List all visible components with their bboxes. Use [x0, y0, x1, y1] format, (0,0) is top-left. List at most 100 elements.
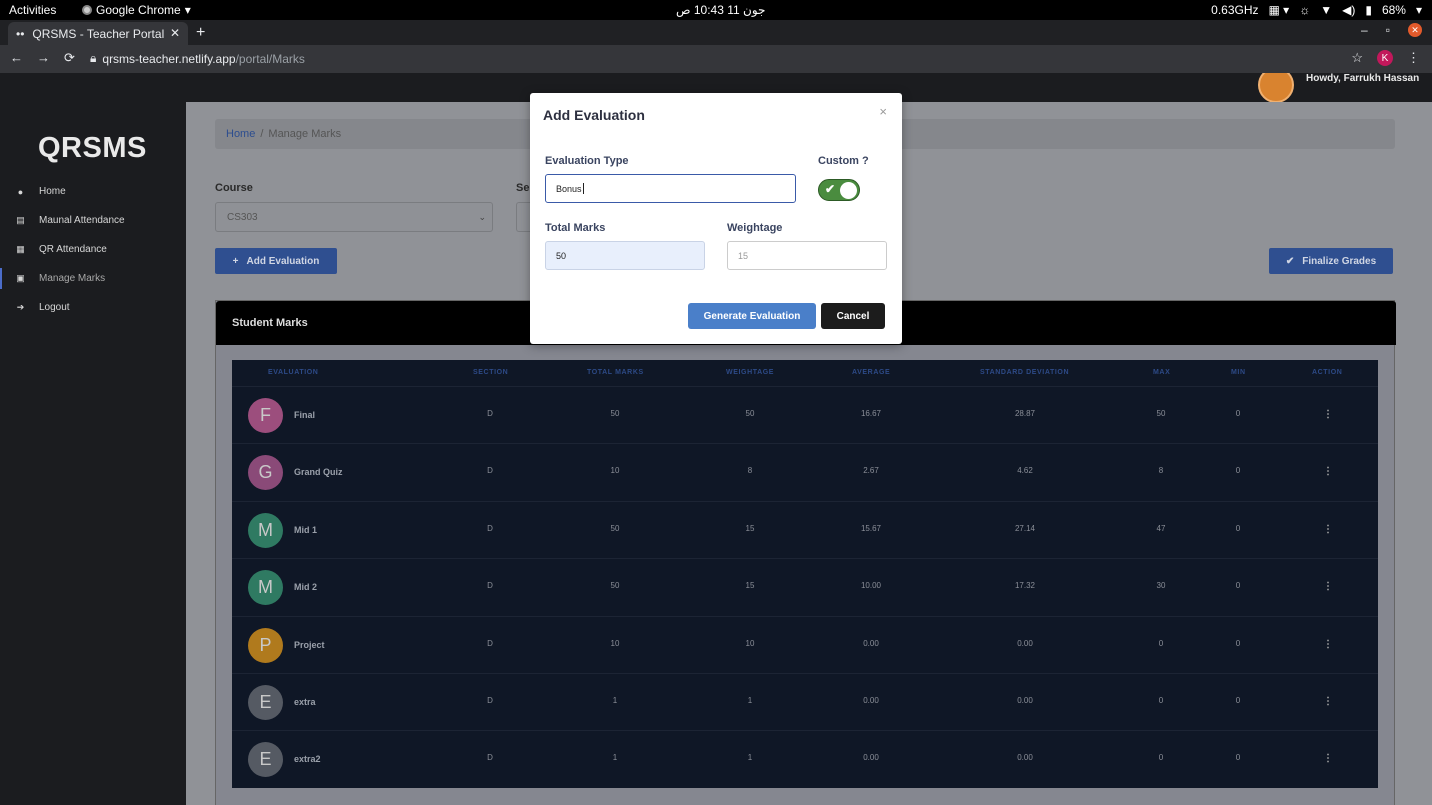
row-actions-icon[interactable]: ⋮ — [1323, 581, 1333, 592]
row-actions-icon[interactable]: ⋮ — [1323, 524, 1333, 535]
cancel-button[interactable]: Cancel — [821, 303, 885, 329]
total-marks-input[interactable]: 50 — [545, 241, 705, 270]
custom-toggle[interactable]: ✔ — [818, 179, 860, 201]
add-evaluation-button[interactable]: + Add Evaluation — [215, 248, 337, 274]
profile-avatar[interactable]: K — [1377, 50, 1393, 66]
row-actions-icon[interactable]: ⋮ — [1323, 753, 1333, 764]
custom-label: Custom ? — [818, 155, 869, 167]
col-action[interactable]: ACTION — [1312, 369, 1342, 376]
col-min[interactable]: MIN — [1231, 369, 1246, 376]
clock[interactable]: جون 11 10:43 ص — [676, 3, 765, 17]
cell-weightage: 8 — [747, 466, 753, 476]
cell-total: 10 — [610, 638, 620, 648]
battery-icon: ▮ — [1365, 3, 1372, 17]
lock-icon: 🔒︎ — [90, 51, 97, 65]
col-section[interactable]: SECTION — [473, 369, 508, 376]
system-tray[interactable]: 0.63GHz ▦ ▾ ☼ ▼ ◀) ▮ 68% ▾ — [1211, 3, 1422, 17]
volume-icon: ◀) — [1342, 3, 1356, 17]
grade-book-icon: ▣ — [16, 273, 25, 283]
course-select[interactable]: CS303 ⌄ — [215, 202, 493, 232]
cell-section: D — [487, 466, 493, 476]
activities-button[interactable]: Activities — [9, 3, 56, 17]
cell-average: 10.00 — [860, 581, 882, 591]
row-actions-icon[interactable]: ⋮ — [1323, 409, 1333, 420]
evaluation-name: extra — [294, 697, 316, 707]
battery-level: 68% — [1381, 3, 1406, 17]
browser-tab[interactable]: •• QRSMS - Teacher Portal ✕ — [8, 22, 188, 45]
sidebar-item-home[interactable]: ● Home — [0, 177, 186, 206]
marks-table: EVALUATION SECTION TOTAL MARKS WEIGHTAGE… — [232, 360, 1378, 788]
table-row: G Grand Quiz D 10 8 2.67 4.62 8 0 ⋮ — [232, 443, 1378, 500]
app-menu[interactable]: Google Chrome ▾ — [82, 3, 191, 17]
cell-section: D — [487, 581, 493, 591]
user-avatar[interactable] — [1258, 73, 1294, 103]
close-window-icon[interactable]: ✕ — [1408, 23, 1422, 37]
new-tab-icon[interactable]: + — [196, 24, 205, 42]
weightage-input[interactable]: 15 — [727, 241, 887, 270]
sidebar-item-manual-attendance[interactable]: ▤ Maunal Attendance — [0, 206, 186, 235]
cell-section: D — [487, 753, 493, 763]
close-icon[interactable]: × — [879, 104, 887, 119]
table-row: Eextra D 1 1 0.00 0.00 0 0 ⋮ — [232, 673, 1378, 730]
evaluation-avatar: E — [248, 742, 283, 778]
brand-logo[interactable]: QRSMS — [38, 132, 147, 165]
sidebar-item-manage-marks[interactable]: ▣ Manage Marks — [0, 264, 186, 293]
col-max[interactable]: MAX — [1153, 369, 1170, 376]
row-actions-icon[interactable]: ⋮ — [1323, 639, 1333, 650]
evaluation-avatar: M — [248, 512, 283, 548]
toggle-knob — [840, 182, 857, 199]
cell-section: D — [487, 523, 493, 533]
evaluation-type-value: Bonus — [556, 183, 582, 194]
breadcrumb-home[interactable]: Home — [226, 128, 255, 140]
forward-icon[interactable]: → — [37, 50, 50, 66]
cell-weightage: 15 — [745, 581, 755, 591]
sidebar-item-label: Home — [39, 186, 66, 197]
table-row: P Project D 10 10 0.00 0.00 0 0 ⋮ — [232, 615, 1378, 673]
col-average[interactable]: AVERAGE — [852, 369, 890, 376]
evaluation-avatar: F — [248, 398, 283, 433]
bookmark-star-icon[interactable]: ☆ — [1351, 50, 1363, 66]
close-tab-icon[interactable]: ✕ — [170, 26, 180, 40]
col-evaluation[interactable]: EVALUATION — [268, 369, 318, 376]
sidebar-item-qr-attendance[interactable]: ▦ QR Attendance — [0, 235, 186, 264]
col-weightage[interactable]: WEIGHTAGE — [726, 369, 774, 376]
sidebar-item-logout[interactable]: ➔ Logout — [0, 293, 186, 322]
minimize-icon[interactable]: – — [1361, 23, 1368, 37]
cpu-icon: ▦ ▾ — [1268, 3, 1290, 17]
cell-total: 50 — [610, 581, 620, 591]
cell-stddev: 0.00 — [1017, 753, 1033, 763]
generate-evaluation-button[interactable]: Generate Evaluation — [688, 303, 816, 329]
plus-icon: + — [232, 255, 239, 267]
finalize-grades-button[interactable]: ✔ Finalize Grades — [1269, 248, 1393, 274]
col-total-marks[interactable]: TOTAL MARKS — [587, 369, 644, 376]
evaluation-avatar: M — [248, 570, 283, 606]
user-greeting[interactable]: Howdy, Farrukh Hassan — [1306, 73, 1419, 84]
evaluation-type-label: Evaluation Type — [545, 155, 629, 167]
evaluation-type-input[interactable]: Bonus — [545, 174, 796, 203]
tab-title: QRSMS - Teacher Portal — [32, 26, 165, 41]
restore-icon[interactable]: ▫ — [1386, 23, 1390, 37]
cell-min: 0 — [1235, 696, 1241, 705]
kebab-menu-icon[interactable]: ⋮ — [1407, 50, 1420, 66]
cell-stddev: 17.32 — [1014, 581, 1036, 591]
finalize-grades-label: Finalize Grades — [1302, 255, 1377, 267]
row-actions-icon[interactable]: ⋮ — [1323, 466, 1333, 477]
reload-icon[interactable]: ⟳ — [64, 50, 75, 66]
cell-weightage: 1 — [747, 753, 753, 763]
sidebar-item-label: QR Attendance — [39, 244, 107, 255]
cell-total: 50 — [610, 409, 620, 418]
address-bar[interactable]: 🔒︎ qrsms-teacher.netlify.app/portal/Mark… — [90, 51, 305, 66]
section-label: Se — [516, 182, 530, 194]
sign-out-icon: ➔ — [16, 302, 25, 312]
cell-max: 8 — [1158, 466, 1164, 476]
cell-min: 0 — [1235, 753, 1241, 763]
back-icon[interactable]: ← — [10, 50, 23, 66]
cell-stddev: 28.87 — [1014, 409, 1036, 418]
cell-stddev: 27.14 — [1014, 523, 1036, 533]
row-actions-icon[interactable]: ⋮ — [1323, 696, 1333, 707]
check-circle-icon: ✔ — [1285, 255, 1295, 267]
col-standard-deviation[interactable]: STANDARD DEVIATION — [980, 369, 1069, 376]
clipboard-icon: ▤ — [16, 215, 25, 225]
table-row: F Final D 50 50 16.67 28.87 50 0 ⋮ — [232, 386, 1378, 443]
evaluation-avatar: E — [248, 685, 283, 720]
